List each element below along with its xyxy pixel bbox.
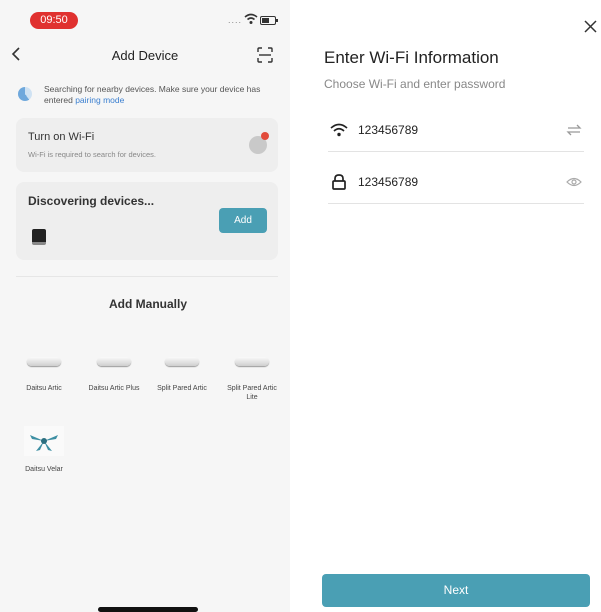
divider bbox=[16, 276, 278, 277]
air-conditioner-icon bbox=[97, 357, 131, 366]
device-name: Daitsu Artic Plus bbox=[88, 385, 140, 392]
switch-network-icon[interactable] bbox=[566, 123, 582, 137]
home-indicator bbox=[98, 607, 198, 612]
device-name: Daitsu Artic bbox=[26, 385, 62, 392]
ceiling-fan-icon bbox=[24, 426, 64, 456]
scan-icon[interactable] bbox=[256, 46, 274, 64]
device-name: Daitsu Velar bbox=[25, 466, 63, 473]
discovered-device-icon bbox=[32, 229, 46, 245]
next-button[interactable]: Next bbox=[322, 574, 590, 607]
battery-icon bbox=[260, 16, 278, 25]
device-tile[interactable]: Daitsu Velar bbox=[14, 426, 74, 473]
wifi-icon bbox=[330, 123, 348, 137]
device-tile[interactable]: Daitsu Artic Plus bbox=[84, 357, 144, 393]
device-name: Split Pared Artic bbox=[157, 385, 207, 392]
wifi-icon bbox=[244, 13, 258, 24]
status-time: 09:50 bbox=[30, 12, 78, 29]
pairing-mode-link[interactable]: pairing mode bbox=[75, 95, 124, 105]
loading-spinner-icon bbox=[18, 87, 32, 101]
eye-icon[interactable] bbox=[566, 175, 582, 189]
device-name: Split Pared Artic Lite bbox=[227, 385, 277, 401]
screen: 09:50 .... Add Device Searching for near… bbox=[0, 0, 601, 612]
wifi-ssid-field[interactable]: 123456789 bbox=[328, 112, 584, 152]
lock-icon bbox=[332, 174, 346, 190]
search-status: Searching for nearby devices. Make sure … bbox=[18, 84, 280, 106]
add-button[interactable]: Add bbox=[219, 208, 267, 233]
air-conditioner-icon bbox=[235, 357, 269, 366]
ssid-value: 123456789 bbox=[358, 123, 419, 137]
add-manually-title: Add Manually bbox=[108, 297, 187, 311]
wifi-card-subtitle: Wi-Fi is required to search for devices. bbox=[28, 150, 156, 159]
password-value: 123456789 bbox=[358, 175, 419, 189]
wifi-info-subtitle: Choose Wi-Fi and enter password bbox=[324, 77, 506, 91]
close-icon[interactable] bbox=[584, 20, 597, 33]
page-title: Add Device bbox=[111, 48, 179, 63]
status-bar: 09:50 .... bbox=[0, 0, 290, 34]
device-tile[interactable]: Split Pared Artic bbox=[152, 357, 212, 393]
device-tile[interactable]: Split Pared Artic Lite bbox=[222, 357, 282, 402]
air-conditioner-icon bbox=[165, 357, 199, 366]
turn-on-wifi-card[interactable]: Turn on Wi-Fi Wi-Fi is required to searc… bbox=[16, 118, 278, 172]
discovering-title: Discovering devices... bbox=[28, 194, 155, 208]
wifi-password-field[interactable]: 123456789 bbox=[328, 164, 584, 204]
signal-dots: .... bbox=[228, 15, 243, 25]
discovering-card: Discovering devices... Add bbox=[16, 182, 278, 260]
air-conditioner-icon bbox=[27, 357, 61, 366]
device-tile[interactable]: Daitsu Artic bbox=[14, 357, 74, 393]
wifi-card-title: Turn on Wi-Fi bbox=[28, 131, 95, 143]
add-device-screen: 09:50 .... Add Device Searching for near… bbox=[0, 0, 290, 612]
alert-badge-icon bbox=[261, 132, 269, 140]
wifi-info-title: Enter Wi-Fi Information bbox=[324, 48, 499, 67]
